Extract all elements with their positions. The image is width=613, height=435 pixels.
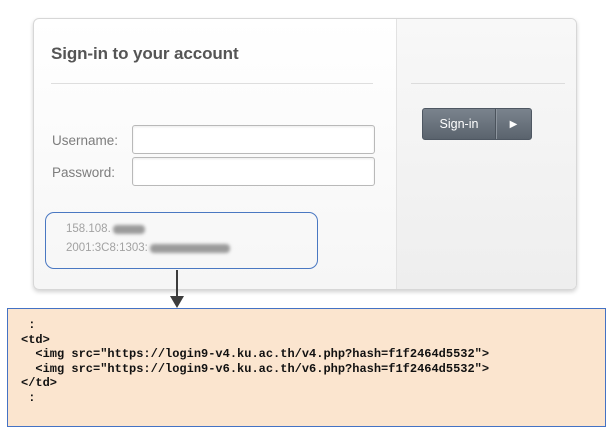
code-line: <img src="https://login9-v4.ku.ac.th/v4.… xyxy=(21,347,490,362)
username-input[interactable] xyxy=(132,125,375,154)
code-line: : xyxy=(21,318,36,332)
username-label: Username: xyxy=(52,133,119,148)
ipv4-prefix: 158.108. xyxy=(66,223,111,235)
ipv4-redacted xyxy=(112,224,145,234)
play-arrow-icon: ▶ xyxy=(509,118,518,130)
down-arrow-icon xyxy=(170,296,184,308)
title-divider xyxy=(51,83,373,84)
login-form: Sign-in to your account Username: Passwo… xyxy=(34,19,396,289)
password-label: Password: xyxy=(52,165,116,180)
ipv6-redacted xyxy=(149,243,230,253)
ipv6-address: 2001:3C8:1303: xyxy=(66,242,230,254)
login-card: Sign-in to your account Username: Passwo… xyxy=(33,18,577,290)
code-line: <td> xyxy=(21,332,50,347)
callout-arrow-shaft xyxy=(176,270,178,298)
pane-divider xyxy=(411,83,565,84)
code-line: : xyxy=(21,390,36,405)
ipv4-address: 158.108. xyxy=(66,223,145,235)
code-line: </td> xyxy=(21,376,58,391)
login-title: Sign-in to your account xyxy=(51,44,239,63)
ip-address-callout: 158.108. 2001:3C8:1303: xyxy=(45,212,318,269)
signin-pane: Sign-in ▶ xyxy=(396,19,576,289)
signin-button[interactable]: Sign-in ▶ xyxy=(422,108,532,140)
password-input[interactable] xyxy=(132,157,375,186)
code-line: <img src="https://login9-v6.ku.ac.th/v6.… xyxy=(21,361,490,376)
html-code-snippet: : <td> <img src="https://login9-v4.ku.ac… xyxy=(7,308,606,427)
signin-button-label: Sign-in xyxy=(439,117,479,131)
ipv6-prefix: 2001:3C8:1303: xyxy=(66,242,148,254)
